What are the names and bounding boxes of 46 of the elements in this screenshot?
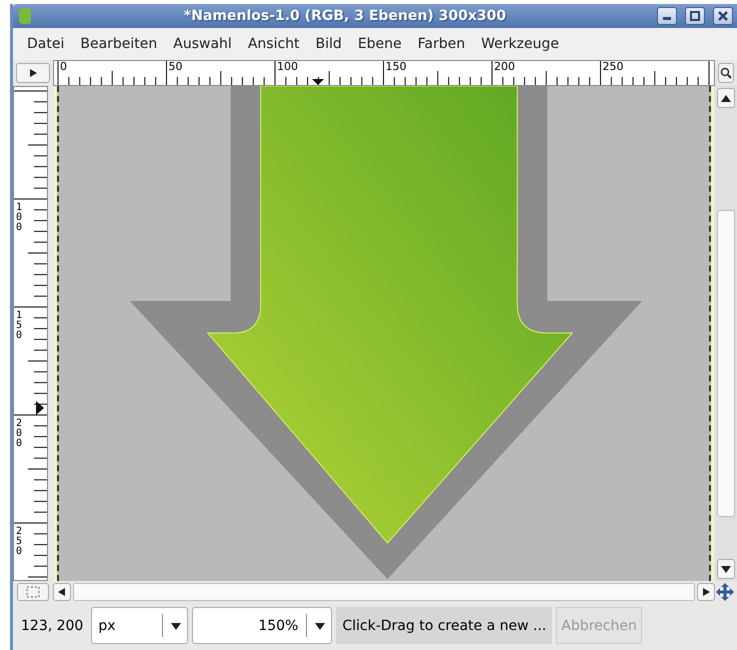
menu-item[interactable]: Bild: [308, 36, 350, 52]
unit-dropdown[interactable]: px: [91, 607, 188, 644]
status-message: Click-Drag to create a new ...: [336, 607, 552, 644]
menu-item[interactable]: Werkzeuge: [473, 36, 567, 52]
close-button[interactable]: [713, 7, 733, 25]
minimize-button[interactable]: [657, 7, 677, 25]
menu-item[interactable]: Auswahl: [165, 36, 240, 52]
zoom-dropdown[interactable]: 150%: [192, 607, 332, 644]
horizontal-scrollbar[interactable]: [53, 581, 715, 603]
quick-mask-button[interactable]: [17, 583, 49, 601]
pointer-marker-icon: [36, 401, 44, 415]
navigate-icon[interactable]: [715, 582, 735, 602]
caret-icon: [701, 588, 711, 596]
ruler-label: 250: [602, 61, 624, 73]
ruler-label: 100: [16, 203, 22, 233]
ruler-label: 150: [16, 311, 22, 341]
window-title: *Namenlos-1.0 (RGB, 3 Ebenen) 300x300: [182, 8, 508, 24]
ruler-label: 0: [60, 61, 67, 73]
maximize-button[interactable]: [685, 7, 705, 25]
pointer-coordinates: 123, 200: [21, 616, 84, 636]
maximize-icon: [690, 11, 700, 21]
menu-item[interactable]: Ebene: [350, 36, 410, 52]
caret-icon: [171, 622, 182, 630]
menu-item[interactable]: Datei: [19, 36, 72, 52]
dotted-square-icon: [26, 586, 40, 598]
pointer-marker-icon: [312, 79, 324, 85]
zoom-button[interactable]: [718, 63, 734, 83]
vertical-scrollbar[interactable]: [715, 86, 737, 581]
menu-item[interactable]: Farben: [410, 36, 474, 52]
caret-icon: [315, 622, 326, 630]
ruler-label: 200: [16, 419, 22, 449]
close-icon: [718, 11, 728, 21]
caret-icon: [57, 588, 67, 596]
ruler-label: 50: [168, 61, 182, 73]
ruler-label: 150: [386, 61, 406, 73]
magnifier-icon: [720, 67, 732, 79]
ruler-label: 100: [277, 61, 298, 73]
menu-button[interactable]: [16, 63, 50, 83]
caret-icon: [721, 94, 731, 102]
ruler-label: 250: [16, 527, 22, 557]
caret-icon: [28, 69, 38, 77]
caret-icon: [721, 565, 731, 573]
menu-item[interactable]: Bearbeiten: [72, 36, 166, 52]
menu-item[interactable]: Ansicht: [240, 36, 308, 52]
app-icon: [17, 7, 33, 25]
ruler-label: 200: [494, 61, 515, 73]
